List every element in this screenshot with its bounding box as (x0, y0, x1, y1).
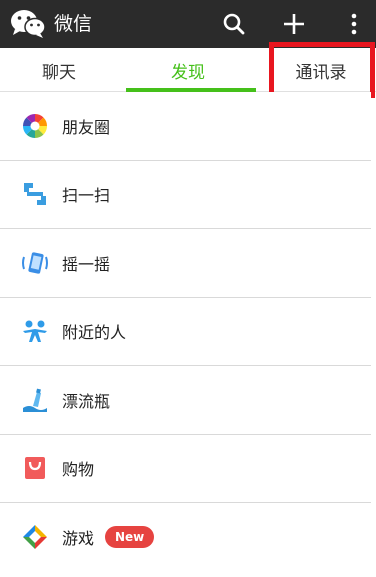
menu-item-games[interactable]: 游戏 New (0, 503, 371, 572)
drift-bottle-icon (20, 385, 50, 415)
tab-contacts[interactable]: 通讯录 (262, 48, 376, 92)
tab-contacts-label: 通讯录 (295, 62, 347, 83)
new-badge: New (105, 526, 155, 549)
games-icon (20, 522, 50, 552)
moments-icon (20, 111, 50, 141)
menu-item-drift-bottle[interactable]: 漂流瓶 (0, 366, 371, 435)
shake-icon (20, 248, 50, 278)
menu-item-label: 购物 (62, 460, 95, 480)
tab-bar: 聊天 发现 通讯录 (0, 48, 376, 92)
shopping-icon (20, 453, 50, 483)
wechat-logo-icon (9, 8, 47, 40)
menu-item-moments[interactable]: 朋友圈 (0, 92, 371, 161)
tab-chats-label: 聊天 (42, 62, 76, 83)
tab-discover-label: 发现 (171, 62, 205, 83)
menu-item-label: 游戏 (62, 529, 95, 549)
tab-discover[interactable]: 发现 (129, 48, 247, 92)
menu-item-label: 朋友圈 (62, 117, 111, 137)
search-icon[interactable] (218, 8, 250, 40)
menu-item-label: 扫一扫 (62, 186, 111, 206)
menu-item-label: 附近的人 (62, 323, 127, 343)
menu-item-shake[interactable]: 摇一摇 (0, 229, 371, 298)
menu-item-people-nearby[interactable]: 附近的人 (0, 297, 371, 366)
add-icon[interactable] (278, 8, 310, 40)
menu-item-shopping[interactable]: 购物 (0, 434, 371, 503)
discover-menu: 朋友圈 扫一扫 摇一摇 附近的人 漂流瓶 购物 游戏 New (0, 92, 376, 572)
menu-item-scan[interactable]: 扫一扫 (0, 160, 371, 229)
tab-chats[interactable]: 聊天 (0, 48, 118, 92)
menu-item-label: 摇一摇 (62, 254, 111, 274)
more-options-icon[interactable] (338, 8, 370, 40)
scan-icon (20, 179, 50, 209)
people-nearby-icon (20, 316, 50, 346)
app-title: 微信 (54, 13, 93, 35)
app-header: 微信 (0, 0, 376, 48)
menu-item-label: 漂流瓶 (62, 391, 111, 411)
